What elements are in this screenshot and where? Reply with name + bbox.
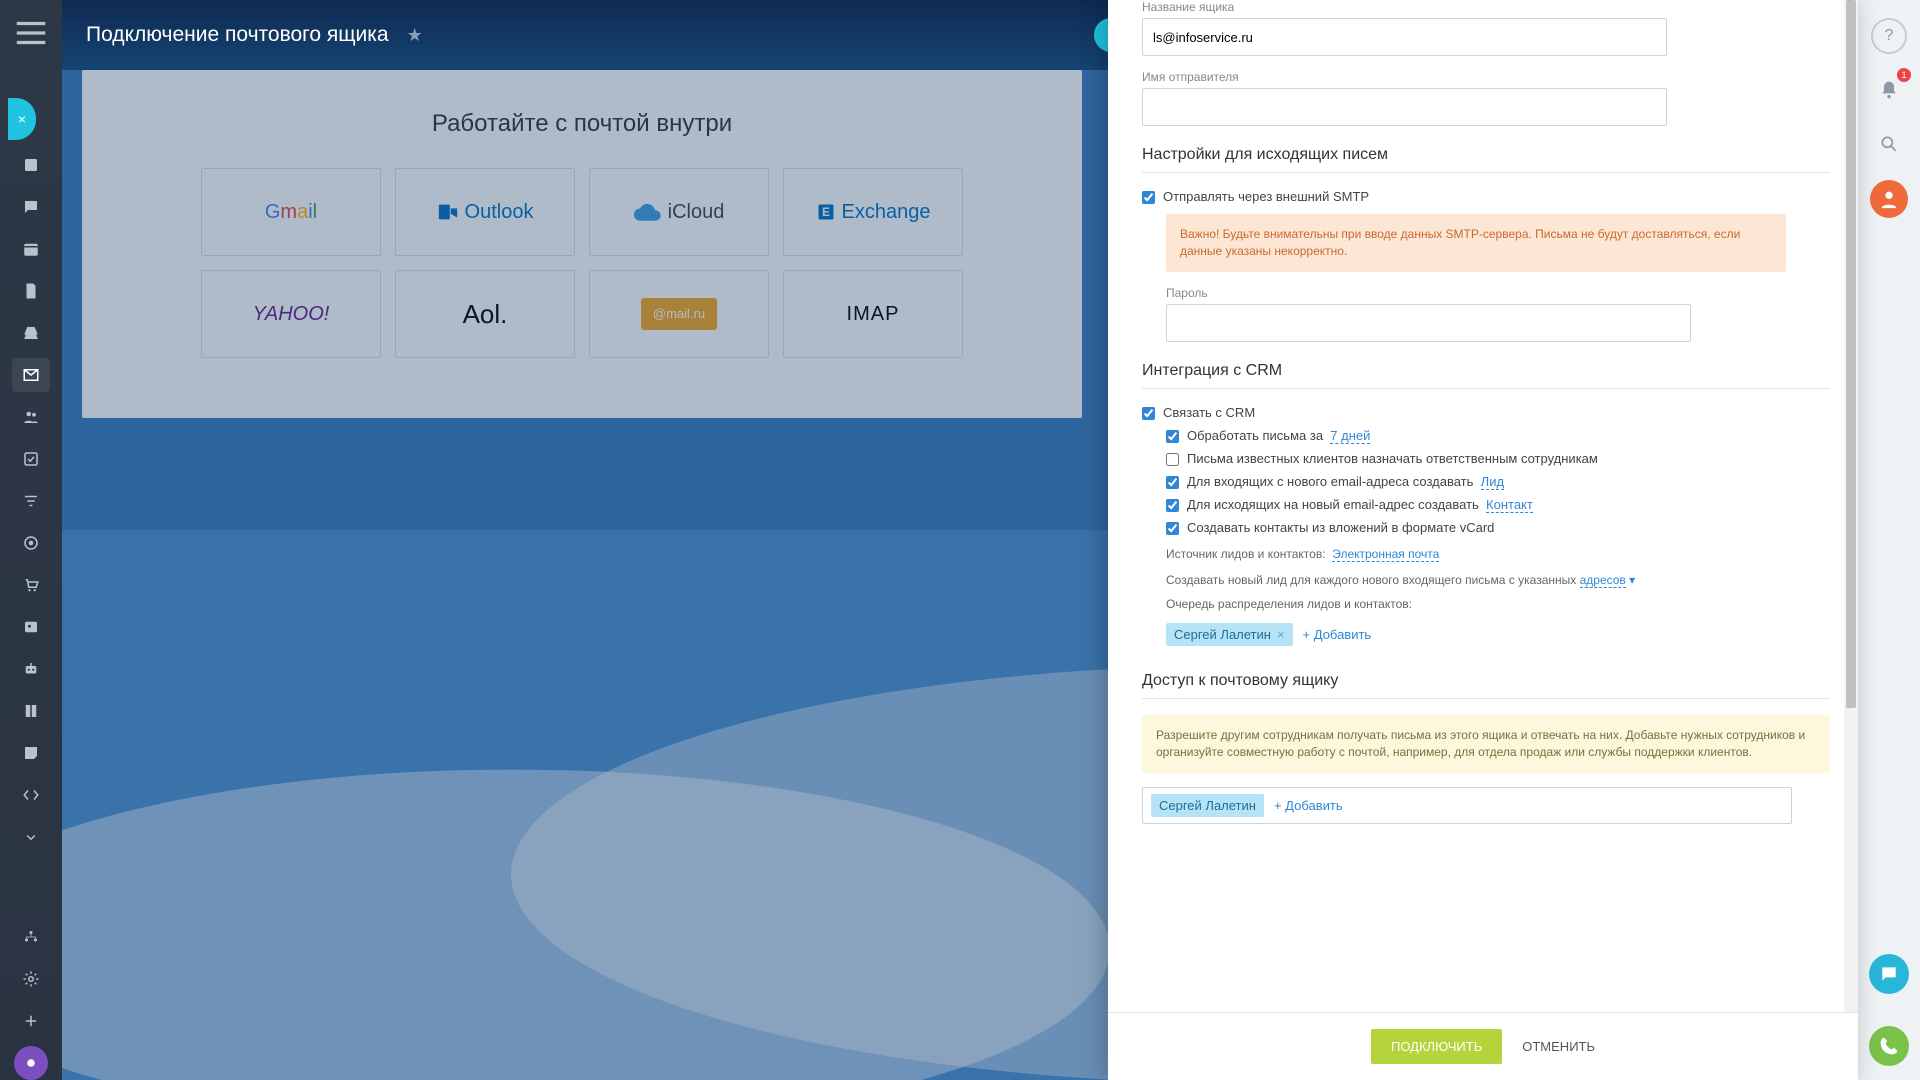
contact-icon[interactable]: [12, 610, 50, 644]
provider-yahoo[interactable]: YAHOO!: [201, 270, 381, 358]
provider-exchange[interactable]: E Exchange: [783, 168, 963, 256]
mailbox-name-input[interactable]: [1142, 18, 1667, 56]
sender-name-label: Имя отправителя: [1142, 70, 1830, 84]
access-add[interactable]: + Добавить: [1274, 798, 1343, 813]
provider-outlook[interactable]: Outlook: [395, 168, 575, 256]
cart-icon[interactable]: [12, 568, 50, 602]
page-title: Подключение почтового ящика: [86, 23, 389, 47]
outgoing-new-row[interactable]: Для исходящих на новый email-адрес созда…: [1166, 497, 1830, 512]
access-info: Разрешите другим сотрудникам получать пи…: [1142, 715, 1830, 774]
left-nav-rail: ×: [0, 0, 62, 1080]
remove-tag-icon[interactable]: ×: [1277, 627, 1285, 642]
right-rail: ? 1: [1858, 0, 1920, 1080]
process-for-row[interactable]: Обработать письма за 7 дней: [1166, 428, 1830, 443]
provider-icloud[interactable]: iCloud: [589, 168, 769, 256]
link-crm-row[interactable]: Связать с CRM: [1142, 405, 1830, 420]
access-user-tag: Сергей Лалетин: [1151, 794, 1264, 817]
new-lead-row: Создавать новый лид для каждого нового в…: [1166, 573, 1830, 587]
known-clients-row[interactable]: Письма известных клиентов назначать отве…: [1166, 451, 1830, 466]
outgoing-new-value[interactable]: Контакт: [1486, 497, 1533, 513]
expand-icon[interactable]: [12, 820, 50, 854]
queue-add[interactable]: + Добавить: [1303, 627, 1372, 642]
smtp-warning: Важно! Будьте внимательны при вводе данн…: [1166, 214, 1786, 272]
provider-imap[interactable]: IMAP: [783, 270, 963, 358]
provider-mailru[interactable]: @mail.ru: [589, 270, 769, 358]
queue-label: Очередь распределения лидов и контактов:: [1166, 597, 1830, 611]
code-icon[interactable]: [12, 778, 50, 812]
notification-badge: 1: [1897, 68, 1911, 82]
inbox-icon[interactable]: [12, 736, 50, 770]
menu-icon[interactable]: [12, 16, 50, 50]
queue-user-tag: Сергей Лалетин ×: [1166, 623, 1293, 646]
smtp-checkbox-row[interactable]: Отправлять через внешний SMTP: [1142, 189, 1830, 204]
known-clients-checkbox[interactable]: [1166, 453, 1179, 466]
call-fab[interactable]: [1869, 1026, 1909, 1066]
tasks-icon[interactable]: [12, 442, 50, 476]
process-for-value[interactable]: 7 дней: [1330, 428, 1370, 444]
sitemap-icon[interactable]: [12, 920, 50, 954]
new-lead-addresses[interactable]: адресов: [1580, 573, 1626, 588]
source-row: Источник лидов и контактов: Электронная …: [1166, 547, 1830, 561]
active-tab-chip[interactable]: ×: [8, 98, 36, 140]
panel-scrollbar[interactable]: [1844, 0, 1858, 1012]
mail-icon[interactable]: [12, 358, 50, 392]
sender-name-input[interactable]: [1142, 88, 1667, 126]
disk-icon[interactable]: [12, 316, 50, 350]
vcard-checkbox[interactable]: [1166, 522, 1179, 535]
filter-icon[interactable]: [12, 484, 50, 518]
feed-icon[interactable]: [12, 148, 50, 182]
user-avatar[interactable]: [1870, 180, 1908, 218]
password-label: Пароль: [1166, 286, 1830, 300]
robot-icon[interactable]: [12, 652, 50, 686]
help-icon[interactable]: ?: [1871, 18, 1907, 54]
svg-text:E: E: [822, 206, 830, 219]
incoming-new-checkbox[interactable]: [1166, 476, 1179, 489]
notifications-icon[interactable]: 1: [1871, 72, 1907, 108]
docs-icon[interactable]: [12, 274, 50, 308]
chat-icon[interactable]: [12, 190, 50, 224]
groups-icon[interactable]: [12, 400, 50, 434]
provider-aol[interactable]: Aol.: [395, 270, 575, 358]
source-value[interactable]: Электронная почта: [1332, 547, 1439, 562]
link-crm-checkbox[interactable]: [1142, 407, 1155, 420]
section-access: Доступ к почтовому ящику: [1142, 672, 1830, 699]
target-icon[interactable]: [12, 526, 50, 560]
settings-panel: Название ящика Имя отправителя Настройки…: [1108, 0, 1858, 1080]
chat-fab[interactable]: [1869, 954, 1909, 994]
add-icon[interactable]: [12, 1004, 50, 1038]
cancel-button[interactable]: ОТМЕНИТЬ: [1522, 1039, 1595, 1054]
submit-button[interactable]: ПОДКЛЮЧИТЬ: [1371, 1029, 1502, 1064]
calendar-icon[interactable]: [12, 232, 50, 266]
panel-footer: ПОДКЛЮЧИТЬ ОТМЕНИТЬ: [1108, 1012, 1858, 1080]
smtp-checkbox[interactable]: [1142, 191, 1155, 204]
process-for-checkbox[interactable]: [1166, 430, 1179, 443]
favorite-star-icon[interactable]: ★: [407, 25, 423, 46]
section-crm: Интеграция с CRM: [1142, 362, 1830, 389]
section-outgoing: Настройки для исходящих писем: [1142, 146, 1830, 173]
incoming-new-row[interactable]: Для входящих с нового email-адреса созда…: [1166, 474, 1830, 489]
search-icon[interactable]: [1871, 126, 1907, 162]
card-heading: Работайте с почтой внутри: [112, 110, 1052, 138]
provider-card: Работайте с почтой внутри Gmail Outlook …: [82, 70, 1082, 418]
apps-icon[interactable]: [14, 1046, 48, 1080]
password-input[interactable]: [1166, 304, 1691, 342]
incoming-new-value[interactable]: Лид: [1481, 474, 1504, 490]
mailbox-name-label: Название ящика: [1142, 0, 1830, 14]
vcard-row[interactable]: Создавать контакты из вложений в формате…: [1166, 520, 1830, 535]
settings-icon[interactable]: [12, 962, 50, 996]
outgoing-new-checkbox[interactable]: [1166, 499, 1179, 512]
provider-gmail[interactable]: Gmail: [201, 168, 381, 256]
book-icon[interactable]: [12, 694, 50, 728]
